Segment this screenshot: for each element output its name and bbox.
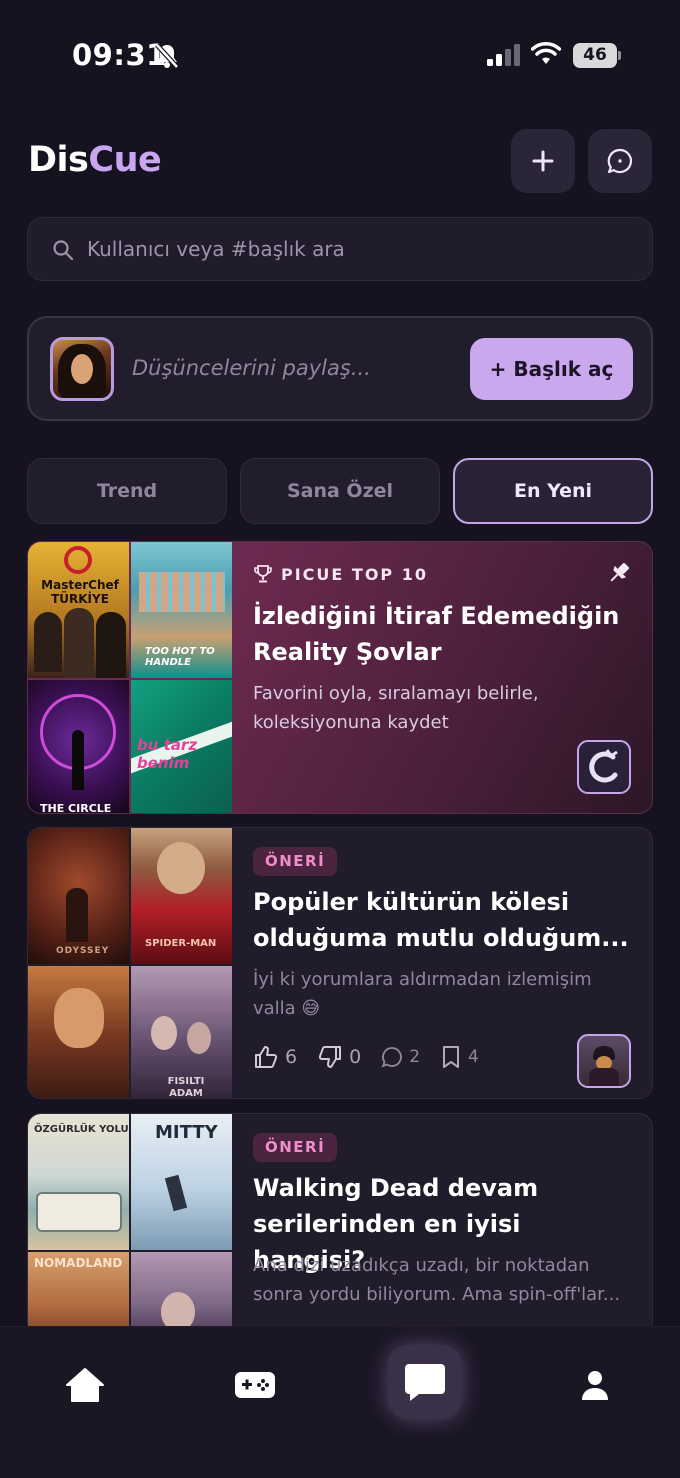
thumbnail: THE CIRCLE [28,680,129,813]
composer-input[interactable]: Düşüncelerini paylaş... [132,356,371,380]
save-button[interactable]: 4 [440,1045,479,1069]
post-composer: Düşüncelerini paylaş... + Başlık aç [27,316,653,421]
thumbnail: MasterChef TÜRKİYE [28,542,129,678]
comment-count: 2 [409,1047,421,1067]
author-badge[interactable] [577,740,631,794]
battery-icon: 46 [573,43,621,68]
search-placeholder: Kullanıcı veya #başlık ara [87,237,345,261]
tab-newest[interactable]: En Yeni [453,458,653,524]
card-tag: ÖNERİ [253,1133,338,1162]
wifi-icon [531,42,561,64]
save-count: 4 [468,1047,479,1067]
pin-icon [610,563,629,582]
messages-button[interactable] [588,129,652,193]
card-tag: ÖNERİ [253,847,338,876]
card-title: Popüler kültürün kölesi olduğuma mutlu o… [253,888,629,952]
battery-level: 46 [573,43,617,68]
brand-logo-icon [589,749,618,783]
card-body: ÖNERİ Walking Dead devam serilerinden en… [253,1114,652,1342]
avatar[interactable] [50,337,114,401]
thumbnail: FISILTI ADAM [131,966,232,1098]
open-topic-button[interactable]: + Başlık aç [470,338,633,400]
card-thumbnails: MasterChef TÜRKİYE TOO HOT TO HANDLE THE… [28,542,232,813]
bookmark-icon [443,1046,460,1068]
logo-part2: Cue [88,140,162,180]
like-count: 6 [285,1046,298,1068]
thumbnail: bu tarz benim [131,680,232,813]
thumbnail: SPIDER-MAN [131,828,232,964]
signal-icon [487,44,520,66]
thumbnail: ÖZGÜRLÜK YOLU [28,1114,129,1250]
card-kicker-label: PICUE TOP 10 [281,564,428,584]
thumbnail: MITTY [131,1114,232,1250]
card-thumbnails: ODYSSEY SPIDER-MAN FISILTI ADAM [28,828,232,1098]
feed-card[interactable]: ODYSSEY SPIDER-MAN FISILTI ADAM ÖNERİ Po… [27,827,653,1099]
card-body: ÖNERİ Popüler kültürün kölesi olduğuma m… [253,828,652,1098]
app-logo: DisCue [28,140,162,180]
search-input[interactable]: Kullanıcı veya #başlık ara [27,217,653,281]
logo-part1: Dis [28,140,89,180]
dislike-count: 0 [349,1046,362,1068]
profile-icon [582,1371,608,1400]
status-bar: 09:31 46 [0,0,680,110]
card-title: İzlediğini İtiraf Edemediğin Reality Şov… [253,602,620,666]
nav-games[interactable] [233,1363,277,1407]
thumbs-up-icon [255,1046,278,1068]
plus-icon [532,150,554,172]
thumbnail: ODYSSEY [28,828,129,964]
author-avatar[interactable] [577,1034,631,1088]
card-stats: 6 0 2 4 [253,1044,499,1070]
trophy-icon [254,565,272,583]
thumbs-down-icon [318,1046,342,1068]
card-thumbnails: ÖZGÜRLÜK YOLU MITTY NOMADLAND [28,1114,232,1342]
like-button[interactable]: 6 [253,1044,297,1070]
comment-icon [381,1047,403,1068]
card-body: PICUE TOP 10 İzlediğini İtiraf Edemediği… [253,542,652,813]
card-description: Ana dizi uzadıkça uzadı, bir noktadan so… [253,1255,621,1305]
tab-for-you[interactable]: Sana Özel [240,458,440,524]
bell-muted-icon [155,43,179,69]
feed-card[interactable]: ÖZGÜRLÜK YOLU MITTY NOMADLAND ÖNERİ Walk… [27,1113,653,1343]
card-kicker: PICUE TOP 10 [253,564,428,584]
nav-profile[interactable] [573,1363,617,1407]
thumbnail: TOO HOT TO HANDLE [131,542,232,678]
chat-icon [405,1364,445,1401]
thumbnail [28,966,129,1098]
home-icon [66,1368,104,1402]
status-time: 09:31 [72,38,167,72]
search-icon [53,240,74,261]
dislike-button[interactable]: 0 [317,1044,361,1070]
comment-button[interactable]: 2 [381,1046,420,1068]
feed-card[interactable]: MasterChef TÜRKİYE TOO HOT TO HANDLE THE… [27,541,653,814]
card-description: İyi ki yorumlara aldırmadan izlemişim va… [253,969,592,1019]
chat-bubble-icon [607,148,633,174]
bottom-nav [0,1326,680,1478]
nav-chat[interactable] [388,1345,462,1419]
tab-trend[interactable]: Trend [27,458,227,524]
gamepad-icon [235,1372,275,1398]
nav-home[interactable] [63,1363,107,1407]
card-description: Favorini oyla, sıralamayı belirle, kolek… [253,683,539,733]
new-post-button[interactable] [511,129,575,193]
